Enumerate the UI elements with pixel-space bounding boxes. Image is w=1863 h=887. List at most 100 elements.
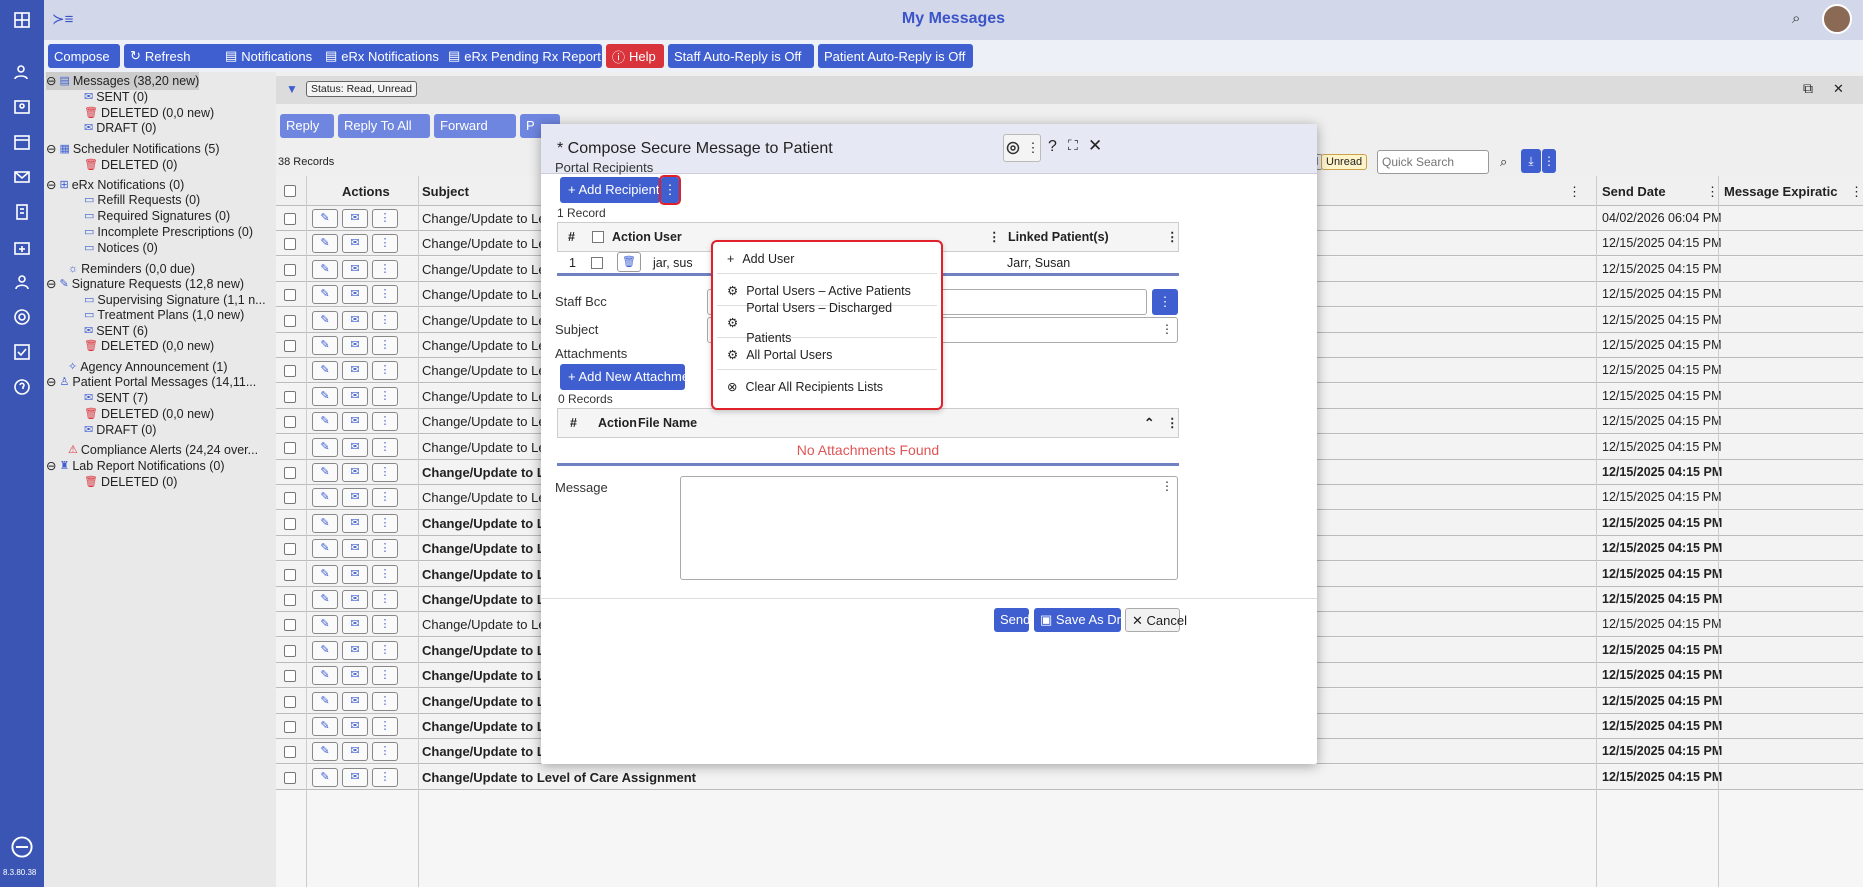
help-icon[interactable]: ? (1048, 138, 1057, 156)
select-all-checkbox[interactable] (284, 185, 296, 197)
erx-notifications-button[interactable]: ▤ eRx Notifications (319, 44, 454, 68)
dialog-settings-button[interactable]: ⋮ (1003, 134, 1041, 162)
sort-asc-icon[interactable]: ⌃ (1144, 409, 1154, 437)
row-checkbox[interactable] (284, 213, 296, 225)
compose-button[interactable]: Compose⋮ (48, 44, 133, 68)
row-checkbox[interactable] (284, 492, 296, 505)
edit-icon[interactable]: ✎ (312, 717, 338, 736)
edit-icon[interactable]: ✎ (312, 437, 338, 457)
edit-icon[interactable]: ✎ (312, 209, 338, 228)
settings-gear-icon[interactable] (8, 303, 36, 331)
mail-icon[interactable]: ✉ (342, 259, 368, 279)
edit-icon[interactable]: ✎ (312, 564, 338, 584)
more-options-icon[interactable]: ⋮ (372, 437, 398, 457)
avatar[interactable] (1822, 4, 1852, 34)
add-attachment-button[interactable]: + Add New Attachment (560, 364, 700, 390)
mail-icon[interactable]: ✉ (342, 463, 368, 482)
recipients-more-icon[interactable]: ⋮ (659, 175, 681, 205)
copy-icon[interactable]: ⧉ (1803, 80, 1813, 97)
search-icon[interactable]: ⌕ (1792, 10, 1800, 27)
row-checkbox[interactable] (284, 289, 296, 302)
mail-icon[interactable]: ✉ (342, 666, 368, 686)
mail-icon[interactable]: ✉ (342, 615, 368, 635)
column-menu-icon[interactable]: ⋮ (1166, 223, 1179, 251)
calendar-icon[interactable] (8, 128, 36, 156)
edit-icon[interactable]: ✎ (312, 640, 338, 660)
mail-icon[interactable]: ✉ (342, 386, 368, 406)
building-icon[interactable] (8, 198, 36, 226)
download-icon[interactable]: ⤓ (1521, 149, 1541, 173)
row-checkbox[interactable] (284, 238, 296, 251)
more-options-icon[interactable]: ⋮ (372, 209, 398, 228)
tree-item[interactable]: 🗑 DELETED (0,0 new) (84, 337, 214, 355)
apps-grid-icon[interactable] (8, 6, 36, 34)
edit-icon[interactable]: ✎ (312, 666, 338, 686)
row-checkbox[interactable] (284, 441, 296, 454)
row-checkbox[interactable] (284, 695, 296, 708)
mail-icon[interactable]: ✉ (342, 590, 368, 609)
patient-autoreply-button[interactable]: Patient Auto-Reply is Off (818, 44, 973, 68)
more-options-icon[interactable]: ⋮ (372, 412, 398, 432)
send-date-column-header[interactable]: Send Date (1602, 184, 1666, 199)
row-checkbox[interactable] (284, 365, 296, 378)
delete-icon[interactable]: 🗑 (617, 252, 641, 272)
more-options-icon[interactable]: ⋮ (372, 742, 398, 762)
column-menu-icon[interactable]: ⋮ (1166, 409, 1179, 437)
table-row[interactable]: ✎✉⋮ Change/Update to Level of Care Assign… (276, 764, 1863, 790)
help-button[interactable]: ⓘ Help (606, 44, 664, 68)
row-checkbox[interactable] (284, 594, 296, 606)
row-checkbox[interactable] (284, 746, 296, 759)
edit-icon[interactable]: ✎ (312, 615, 338, 635)
edit-icon[interactable]: ✎ (312, 361, 338, 381)
mail-icon[interactable]: ✉ (342, 513, 368, 533)
row-checkbox[interactable] (284, 721, 296, 733)
more-options-icon[interactable]: ⋮ (372, 310, 398, 330)
mail-icon[interactable]: ✉ (342, 564, 368, 584)
staff-autoreply-button[interactable]: Staff Auto-Reply is Off (668, 44, 814, 68)
row-checkbox[interactable] (284, 543, 296, 556)
erx-pending-report-button[interactable]: ▤ eRx Pending Rx Report (442, 44, 602, 68)
edit-icon[interactable]: ✎ (312, 234, 338, 254)
row-checkbox[interactable] (284, 263, 296, 276)
col-linked-header[interactable]: Linked Patient(s) (1008, 223, 1109, 251)
person-icon[interactable] (8, 268, 36, 296)
edit-icon[interactable]: ✎ (312, 336, 338, 355)
mail-icon[interactable]: ✉ (342, 691, 368, 711)
maximize-icon[interactable]: ⛶ (1068, 137, 1078, 154)
edit-icon[interactable]: ✎ (312, 742, 338, 762)
filter-icon[interactable]: ▼ (286, 82, 298, 96)
edit-icon[interactable]: ✎ (312, 513, 338, 533)
tree-item[interactable]: ✉ DRAFT (0) (84, 119, 156, 137)
edit-icon[interactable]: ✎ (312, 767, 338, 787)
more-options-icon[interactable]: ⋮ (372, 717, 398, 736)
menu-item-all-portal-users[interactable]: ⚙ All Portal Users (717, 340, 937, 370)
more-options-icon[interactable]: ⋮ (372, 513, 398, 533)
search-icon[interactable]: ⌕ (1500, 154, 1507, 170)
tree-item[interactable]: 🗑 DELETED (0) (84, 473, 177, 491)
more-options-icon[interactable]: ⋮ (372, 666, 398, 686)
tree-item[interactable]: ✉ DRAFT (0) (84, 421, 156, 439)
staff-bcc-more-icon[interactable]: ⋮ (1152, 289, 1178, 315)
unread-filter-badge[interactable]: Unread (1321, 154, 1368, 170)
column-menu-icon[interactable]: ⋮ (988, 223, 1001, 251)
more-options-icon[interactable]: ⋮ (372, 640, 398, 660)
add-recipients-button[interactable]: + Add Recipient(s) (560, 177, 675, 203)
mail-icon[interactable]: ✉ (342, 209, 368, 228)
more-options-icon[interactable]: ⋮ (372, 336, 398, 355)
more-options-icon[interactable]: ⋮ (372, 564, 398, 584)
message-body-field[interactable]: ⋮ (680, 476, 1178, 580)
more-options-icon[interactable]: ⋮ (372, 691, 398, 711)
reply-all-button[interactable]: Reply To All (338, 114, 430, 138)
mail-icon[interactable]: ✉ (342, 767, 368, 787)
user-group-icon[interactable] (8, 58, 36, 86)
mail-icon[interactable]: ✉ (342, 437, 368, 457)
row-checkbox[interactable] (284, 568, 296, 581)
row-checkbox[interactable] (284, 670, 296, 683)
filename-header[interactable]: File Name (638, 409, 697, 437)
edit-icon[interactable]: ✎ (312, 539, 338, 559)
more-options-icon[interactable]: ⋮ (372, 234, 398, 254)
close-icon[interactable]: ✕ (1833, 81, 1844, 97)
edit-icon[interactable]: ✎ (312, 386, 338, 406)
save-draft-button[interactable]: ▣ Save As Draft (1034, 608, 1135, 632)
edit-icon[interactable]: ✎ (312, 590, 338, 609)
